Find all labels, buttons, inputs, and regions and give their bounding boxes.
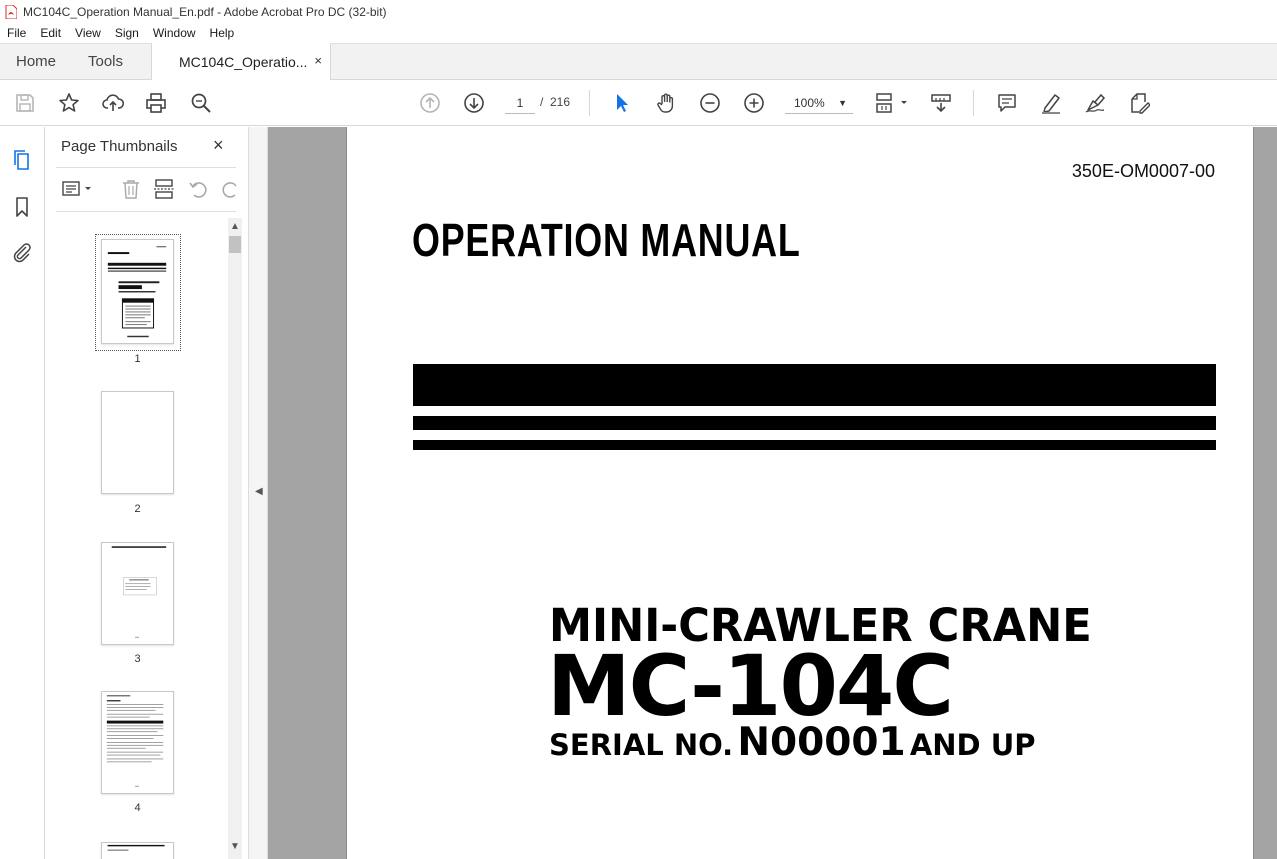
page-thumbnail-2[interactable]	[101, 391, 174, 494]
select-arrow-icon[interactable]	[610, 91, 634, 115]
title-bar: MC104C_Operation Manual_En.pdf - Adobe A…	[0, 0, 1277, 23]
thumbnail-scrollbar[interactable]: ▲ ▼	[228, 218, 242, 859]
serial-line: SERIAL NO. N00001 AND UP	[549, 720, 1036, 765]
document-heading: OPERATION MANUAL	[412, 214, 801, 266]
toolbar-divider	[973, 90, 974, 116]
insert-page-icon[interactable]	[153, 178, 175, 200]
zoom-dropdown[interactable]: 100% ▼	[785, 92, 853, 114]
serial-prefix: SERIAL NO.	[549, 728, 734, 762]
bookmark-icon[interactable]	[10, 195, 34, 219]
page-thumbnail-1[interactable]	[101, 239, 174, 344]
scrollbar-handle[interactable]	[229, 236, 241, 253]
page-total: 216	[550, 95, 571, 109]
menu-help[interactable]: Help	[210, 26, 235, 40]
delete-page-icon[interactable]	[120, 178, 142, 200]
document-viewport[interactable]: 350E-OM0007-00 OPERATION MANUAL MINI-CRA…	[268, 127, 1277, 859]
upload-cloud-icon[interactable]	[101, 91, 125, 115]
panel-divider	[56, 211, 236, 212]
panel-collapse-strip[interactable]: ◀	[248, 127, 268, 859]
search-icon[interactable]	[189, 91, 213, 115]
thumbnail-label: 2	[134, 503, 141, 515]
rotate-left-icon[interactable]	[187, 178, 209, 200]
attachment-icon[interactable]	[10, 240, 34, 264]
serial-number: N00001	[737, 720, 906, 765]
star-icon[interactable]	[57, 91, 81, 115]
tab-bar: Home Tools MC104C_Operatio... ×	[0, 43, 1277, 80]
thumbnail-preview	[107, 246, 167, 338]
menu-file[interactable]: File	[7, 26, 26, 40]
thumbnail-label: 4	[134, 802, 141, 814]
scroll-up-icon[interactable]: ▲	[230, 221, 240, 232]
print-icon[interactable]	[144, 91, 168, 115]
hand-icon[interactable]	[654, 91, 678, 115]
thumbnail-preview	[106, 695, 164, 787]
menu-sign[interactable]: Sign	[115, 26, 139, 40]
thumbnail-label: 1	[134, 353, 141, 365]
collapse-left-icon[interactable]: ◀	[255, 486, 263, 497]
thumbnail-preview	[111, 546, 167, 638]
serial-suffix: AND UP	[909, 728, 1036, 762]
tab-tools[interactable]: Tools	[88, 44, 123, 80]
menu-window[interactable]: Window	[153, 26, 196, 40]
left-rail	[0, 127, 45, 859]
page-down-icon[interactable]	[462, 91, 486, 115]
panel-divider	[56, 167, 236, 168]
acrobat-pdf-icon	[5, 4, 17, 19]
comment-icon[interactable]	[995, 91, 1019, 115]
page-thumbnail-5[interactable]	[101, 842, 174, 859]
page-separator: /	[540, 95, 544, 109]
decorative-bar	[413, 416, 1216, 430]
decorative-bar	[413, 364, 1216, 406]
pdf-page: 350E-OM0007-00 OPERATION MANUAL MINI-CRA…	[346, 127, 1254, 859]
menu-bar: File Edit View Sign Window Help	[0, 23, 1277, 43]
thumbnail-label: 3	[134, 653, 141, 665]
highlight-icon[interactable]	[1039, 91, 1063, 115]
page-thumbnails-icon[interactable]	[10, 148, 34, 172]
page-thumbnail-4[interactable]	[101, 691, 174, 794]
page-thumbnail-3[interactable]	[101, 542, 174, 645]
panel-title: Page Thumbnails	[61, 138, 178, 155]
page-thumbnails-panel: Page Thumbnails × 1 2 3 4	[46, 127, 248, 859]
document-tab-label: MC104C_Operatio...	[179, 53, 308, 70]
close-panel-icon[interactable]: ×	[213, 135, 224, 156]
menu-edit[interactable]: Edit	[40, 26, 61, 40]
decorative-bar	[413, 440, 1216, 450]
tab-home[interactable]: Home	[16, 44, 56, 80]
chevron-down-icon: ▼	[838, 98, 847, 108]
tab-document[interactable]: MC104C_Operatio... ×	[151, 43, 331, 80]
zoom-value: 100%	[794, 96, 825, 110]
sign-icon[interactable]	[1083, 91, 1107, 115]
document-code: 350E-OM0007-00	[1071, 161, 1215, 181]
toolbar-divider	[589, 90, 590, 116]
edit-pdf-icon[interactable]	[1127, 91, 1151, 115]
thumbnail-preview	[107, 844, 165, 851]
toolbar: / 216 100% ▼	[0, 80, 1277, 126]
rotate-right-icon[interactable]	[220, 178, 242, 200]
page-number-input[interactable]	[505, 92, 535, 114]
zoom-out-icon[interactable]	[698, 91, 722, 115]
thumbnail-options-icon[interactable]	[60, 178, 92, 200]
menu-view[interactable]: View	[75, 26, 101, 40]
scroll-down-icon[interactable]: ▼	[230, 841, 240, 852]
zoom-in-icon[interactable]	[742, 91, 766, 115]
close-tab-icon[interactable]: ×	[314, 53, 322, 68]
window-title: MC104C_Operation Manual_En.pdf - Adobe A…	[23, 4, 387, 19]
fit-page-icon[interactable]	[874, 91, 910, 115]
save-icon[interactable]	[13, 91, 37, 115]
page-up-icon[interactable]	[418, 91, 442, 115]
scroll-mode-icon[interactable]	[929, 91, 953, 115]
